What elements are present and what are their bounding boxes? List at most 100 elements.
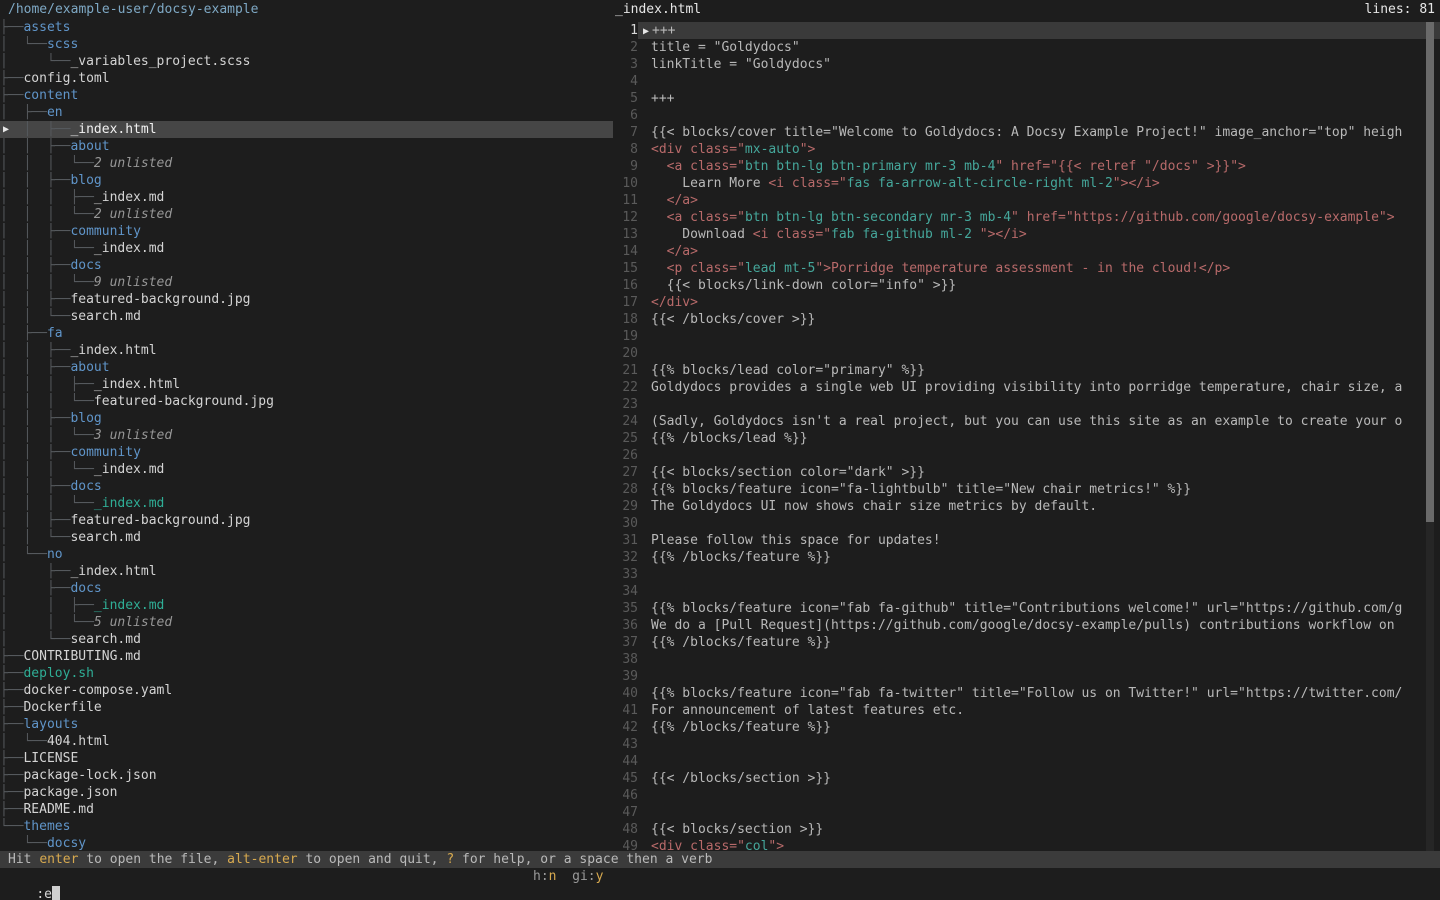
line-number: 8: [613, 141, 638, 158]
tree-row[interactable]: └──themes: [0, 818, 613, 835]
code-line-content: {{% /blocks/lead %}}: [638, 430, 1440, 447]
tree-row[interactable]: │ │ ├──_index.html: [0, 342, 613, 359]
tree-row[interactable]: │ │ ├──community: [0, 223, 613, 240]
code-line: 13 Download <i class="fab fa-github ml-2…: [613, 226, 1440, 243]
tree-row[interactable]: ├──deploy.sh: [0, 665, 613, 682]
tree-row[interactable]: │ │ ├──about: [0, 359, 613, 376]
code-line: 20: [613, 345, 1440, 362]
code-line-content: [638, 107, 1440, 124]
text-segment: "></i>: [980, 227, 1027, 242]
tree-row[interactable]: ├──config.toml: [0, 70, 613, 87]
tree-row[interactable]: │ └──no: [0, 546, 613, 563]
tree-row[interactable]: │ │ │ └──_index.md: [0, 461, 613, 478]
line-number: 35: [613, 600, 638, 617]
text-segment: {{< /blocks/cover >}}: [651, 312, 815, 327]
tree-row[interactable]: ├──layouts: [0, 716, 613, 733]
tree-row[interactable]: │ │ │ └──3 unlisted: [0, 427, 613, 444]
code-line-content: We do a [Pull Request](https://github.co…: [638, 617, 1440, 634]
tree-row[interactable]: │ └──scss: [0, 36, 613, 53]
text-segment: <i class=": [768, 176, 846, 191]
tree-row[interactable]: │ └──search.md: [0, 631, 613, 648]
tree-row[interactable]: │ ├──_index.html: [0, 563, 613, 580]
tree-branch-lines: ├──: [0, 20, 23, 35]
text-segment: {{< blocks/link-down color="info" >}}: [651, 278, 956, 293]
tree-row[interactable]: │ │ │ └──_index.md: [0, 495, 613, 512]
tree-row[interactable]: ├──package.json: [0, 784, 613, 801]
tree-row[interactable]: │ ├──en: [0, 104, 613, 121]
text-segment: {{< blocks/section >}}: [651, 822, 823, 837]
tree-row[interactable]: │ │ └──search.md: [0, 529, 613, 546]
tree-row[interactable]: │ │ │ └──2 unlisted: [0, 206, 613, 223]
text-segment: fas fa-arrow-alt-circle-right ml-2: [847, 176, 1113, 191]
command-input-line[interactable]: :e h:n gi:y: [0, 868, 1440, 886]
line-number: 7: [613, 124, 638, 141]
tree-row[interactable]: │ │ │ └──featured-background.jpg: [0, 393, 613, 410]
text-segment: ">Porridge temperature assessment - in t…: [815, 261, 1230, 276]
tree-branch-lines: │ │ ├──: [0, 598, 94, 613]
tree-branch-lines: └──: [0, 836, 47, 851]
text-segment: gi:: [556, 869, 595, 884]
line-number: 34: [613, 583, 638, 600]
tree-branch-lines: ├──: [0, 785, 23, 800]
tree-row[interactable]: ├──Dockerfile: [0, 699, 613, 716]
tree-row[interactable]: ├──LICENSE: [0, 750, 613, 767]
tree-row[interactable]: │ ├──fa: [0, 325, 613, 342]
code-line-content: {{% blocks/feature icon="fab fa-twitter"…: [638, 685, 1440, 702]
tree-row[interactable]: ├──CONTRIBUTING.md: [0, 648, 613, 665]
text-segment: {{< /blocks/section >}}: [651, 771, 831, 786]
tree-row[interactable]: │ └──_variables_project.scss: [0, 53, 613, 70]
text-segment: Hit: [8, 852, 39, 867]
tree-row[interactable]: │ │ │ └──_index.md: [0, 240, 613, 257]
tree-row[interactable]: └──docsy: [0, 835, 613, 851]
tree-row[interactable]: │ │ └──5 unlisted: [0, 614, 613, 631]
line-number: 47: [613, 804, 638, 821]
line-number: 17: [613, 294, 638, 311]
scrollbar-thumb[interactable]: [1426, 22, 1434, 522]
tree-row[interactable]: │ │ │ └──2 unlisted: [0, 155, 613, 172]
tree-entry-name: _index.md: [94, 598, 164, 613]
code-line-content: <div class="col">: [638, 838, 1440, 851]
tree-row[interactable]: │ │ ├──blog: [0, 172, 613, 189]
line-number: 30: [613, 515, 638, 532]
text-segment: to open and quit,: [298, 852, 447, 867]
code-line: 27{{< blocks/section color="dark" >}}: [613, 464, 1440, 481]
tree-branch-lines: │ │ ├──: [0, 513, 70, 528]
tree-row[interactable]: │ │ ├──docs: [0, 478, 613, 495]
tree-entry-name: package.json: [23, 785, 117, 800]
text-segment: The Goldydocs UI now shows chair size me…: [651, 499, 1097, 514]
tree-row[interactable]: │ │ ├──docs: [0, 257, 613, 274]
tree-row[interactable]: │ │ ├──_index.md: [0, 597, 613, 614]
tree-row[interactable]: ├──assets: [0, 19, 613, 36]
tree-row[interactable]: │ │ ├──featured-background.jpg: [0, 291, 613, 308]
tree-row[interactable]: │ ├──docs: [0, 580, 613, 597]
tree-row[interactable]: ├──docker-compose.yaml: [0, 682, 613, 699]
tree-row[interactable]: │ │ ├──about: [0, 138, 613, 155]
tree-branch-lines: ├──: [0, 768, 23, 783]
tree-entry-name: docs: [70, 479, 101, 494]
tree-branch-lines: │ │ │ └──: [0, 394, 94, 409]
text-segment: lead mt-5: [745, 261, 815, 276]
code-line: 28{{% blocks/feature icon="fa-lightbulb"…: [613, 481, 1440, 498]
tree-row[interactable]: │ │ ├──blog: [0, 410, 613, 427]
code-line: 23: [613, 396, 1440, 413]
code-line: 46: [613, 787, 1440, 804]
tree-row[interactable]: │ │ ├──featured-background.jpg: [0, 512, 613, 529]
tree-row[interactable]: │ │ ├──community: [0, 444, 613, 461]
tree-panel: /home/example-user/docsy-example ├──asse…: [0, 0, 613, 851]
tree-row[interactable]: │ └──404.html: [0, 733, 613, 750]
tree-row[interactable]: ├──package-lock.json: [0, 767, 613, 784]
tree-row[interactable]: │ │ │ └──9 unlisted: [0, 274, 613, 291]
tree-row[interactable]: │ │ └──search.md: [0, 308, 613, 325]
code-line: 9 <a class="btn btn-lg btn-primary mr-3 …: [613, 158, 1440, 175]
tree-row[interactable]: ▶ │ ├──_index.html: [0, 121, 613, 138]
tree-row[interactable]: ├──content: [0, 87, 613, 104]
tree-entry-name: _variables_project.scss: [70, 54, 250, 69]
tree-row[interactable]: ├──README.md: [0, 801, 613, 818]
tree-row[interactable]: │ │ │ ├──_index.md: [0, 189, 613, 206]
tree-entry-name: Dockerfile: [23, 700, 101, 715]
code-line: 40{{% blocks/feature icon="fab fa-twitte…: [613, 685, 1440, 702]
line-number: 13: [613, 226, 638, 243]
tree-row[interactable]: │ │ │ ├──_index.html: [0, 376, 613, 393]
tree-branch-lines: │ │ │ ├──: [0, 190, 94, 205]
preview-scrollbar[interactable]: [1426, 22, 1434, 851]
